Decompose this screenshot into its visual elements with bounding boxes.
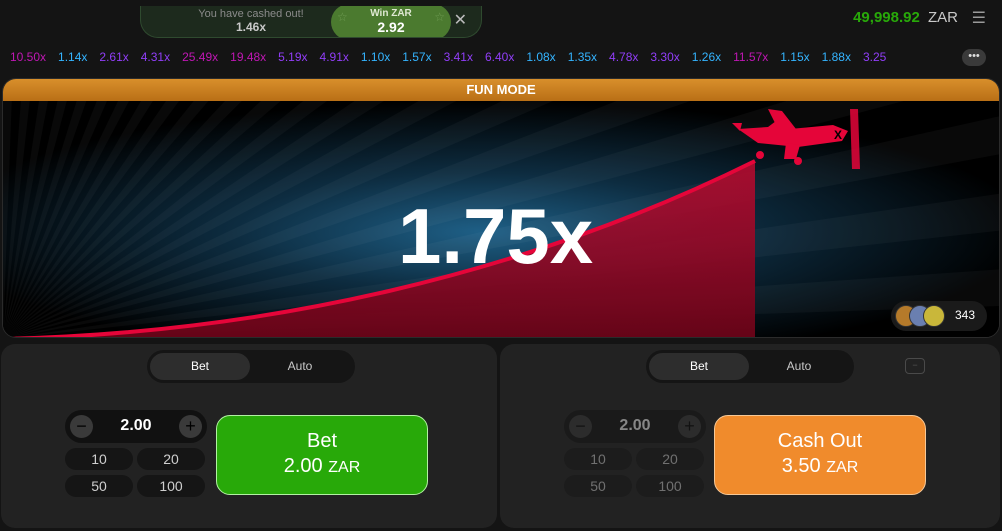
tab-bet[interactable]: Bet bbox=[150, 353, 250, 380]
history-item[interactable]: 1.10x bbox=[361, 50, 390, 64]
star-icon: ☆ bbox=[337, 10, 348, 24]
more-history-button[interactable]: ••• bbox=[962, 49, 986, 66]
history-item[interactable]: 25.49x bbox=[182, 50, 218, 64]
quick-amount-button[interactable]: 10 bbox=[65, 448, 133, 470]
history-item[interactable]: 4.31x bbox=[141, 50, 170, 64]
cashout-message: You have cashed out! 1.46x bbox=[161, 8, 341, 34]
cashout-notification: You have cashed out! 1.46x ☆ Win ZAR 2.9… bbox=[140, 6, 482, 38]
history-item[interactable]: 1.57x bbox=[402, 50, 431, 64]
history-item[interactable]: 3.25 bbox=[863, 50, 886, 64]
history-item[interactable]: 4.78x bbox=[609, 50, 638, 64]
quick-amount-button: 20 bbox=[636, 448, 704, 470]
bet-button-label: Bet bbox=[306, 430, 338, 452]
top-bar: You have cashed out! 1.46x ☆ Win ZAR 2.9… bbox=[0, 0, 1002, 38]
win-amount: 2.92 bbox=[377, 19, 405, 35]
balance: 49,998.92 ZAR bbox=[853, 9, 958, 26]
history-item[interactable]: 10.50x bbox=[10, 50, 46, 64]
remove-panel-icon[interactable]: − bbox=[905, 358, 925, 374]
history-item[interactable]: 1.15x bbox=[780, 50, 809, 64]
bet-panel-1: Bet Auto − 2.00 + 10 20 50 100 Bet 2.00 … bbox=[1, 344, 497, 528]
history-item[interactable]: 1.08x bbox=[526, 50, 555, 64]
bet-mode-tabs: Bet Auto bbox=[646, 350, 854, 383]
quick-amount-button: 100 bbox=[636, 475, 704, 497]
bet-amount-stepper: − 2.00 + bbox=[65, 410, 207, 443]
cash-out-currency: ZAR bbox=[826, 459, 859, 476]
cash-out-button-label: Cash Out bbox=[777, 430, 863, 452]
history-item[interactable]: 19.48x bbox=[230, 50, 266, 64]
history-item[interactable]: 3.30x bbox=[650, 50, 679, 64]
quick-amount-button: 50 bbox=[564, 475, 632, 497]
minus-icon[interactable]: − bbox=[70, 415, 93, 438]
cashout-multiplier: 1.46x bbox=[235, 20, 267, 34]
bet-mode-tabs: Bet Auto bbox=[147, 350, 355, 383]
hamburger-menu-icon[interactable]: ☰ bbox=[972, 8, 986, 28]
tab-auto[interactable]: Auto bbox=[749, 353, 849, 380]
bet-amount-value: 2.00 bbox=[619, 417, 651, 434]
cash-out-button[interactable]: Cash Out 3.50 ZAR bbox=[714, 415, 926, 495]
aviator-game-screen: You have cashed out! 1.46x ☆ Win ZAR 2.9… bbox=[0, 0, 1002, 531]
flight-stage: X 1.75x 343 bbox=[3, 101, 999, 337]
win-badge: ☆ Win ZAR 2.92 ☆ bbox=[331, 6, 451, 37]
win-label: Win ZAR bbox=[370, 8, 412, 19]
history-item[interactable]: 4.91x bbox=[320, 50, 349, 64]
cash-out-button-amount: 3.50 ZAR bbox=[715, 455, 925, 478]
bet-panel-2: Bet Auto − − 2.00 + 10 20 50 100 Cash Ou… bbox=[500, 344, 1000, 528]
multiplier-history: 10.50x 1.14x 2.61x 4.31x 25.49x 19.48x 5.19x 4.… bbox=[0, 44, 1002, 72]
quick-amount-button: 10 bbox=[564, 448, 632, 470]
players-badge[interactable]: 343 bbox=[891, 301, 987, 331]
history-item[interactable]: 5.19x bbox=[278, 50, 307, 64]
bet-button-amount-value: 2.00 bbox=[283, 455, 323, 477]
tab-auto[interactable]: Auto bbox=[250, 353, 350, 380]
bet-button-amount: 2.00 ZAR bbox=[217, 455, 427, 478]
game-area: FUN MODE X 1.75x 343 bbox=[2, 78, 1000, 338]
plus-icon[interactable]: + bbox=[179, 415, 202, 438]
history-item[interactable]: 2.61x bbox=[99, 50, 128, 64]
quick-amount-button[interactable]: 50 bbox=[65, 475, 133, 497]
balance-currency: ZAR bbox=[928, 9, 958, 26]
history-item[interactable]: 6.40x bbox=[485, 50, 514, 64]
balance-value: 49,998.92 bbox=[853, 9, 920, 26]
history-item[interactable]: 1.35x bbox=[568, 50, 597, 64]
bet-button[interactable]: Bet 2.00 ZAR bbox=[216, 415, 428, 495]
history-list: 10.50x 1.14x 2.61x 4.31x 25.49x 19.48x 5.19x 4.… bbox=[10, 50, 958, 64]
history-item[interactable]: 3.41x bbox=[444, 50, 473, 64]
avatar bbox=[923, 305, 945, 327]
current-multiplier: 1.75x bbox=[398, 192, 594, 280]
svg-text:X: X bbox=[834, 128, 842, 142]
quick-amount-button[interactable]: 100 bbox=[137, 475, 205, 497]
fun-mode-banner: FUN MODE bbox=[3, 79, 999, 101]
minus-icon: − bbox=[569, 415, 592, 438]
cashout-message-text: You have cashed out! bbox=[198, 8, 304, 20]
bet-amount-stepper: − 2.00 + bbox=[564, 410, 706, 443]
quick-amount-button[interactable]: 20 bbox=[137, 448, 205, 470]
history-item[interactable]: 1.88x bbox=[822, 50, 851, 64]
history-item[interactable]: 1.14x bbox=[58, 50, 87, 64]
cash-out-amount-value: 3.50 bbox=[781, 455, 821, 477]
bet-amount-value[interactable]: 2.00 bbox=[95, 417, 177, 435]
close-icon[interactable]: ✕ bbox=[454, 10, 467, 30]
star-icon: ☆ bbox=[434, 10, 445, 24]
history-item[interactable]: 11.57x bbox=[733, 50, 768, 64]
history-item[interactable]: 1.26x bbox=[692, 50, 721, 64]
plus-icon: + bbox=[678, 415, 701, 438]
players-count: 343 bbox=[954, 308, 975, 322]
tab-bet[interactable]: Bet bbox=[649, 353, 749, 380]
bet-button-currency: ZAR bbox=[328, 459, 361, 476]
